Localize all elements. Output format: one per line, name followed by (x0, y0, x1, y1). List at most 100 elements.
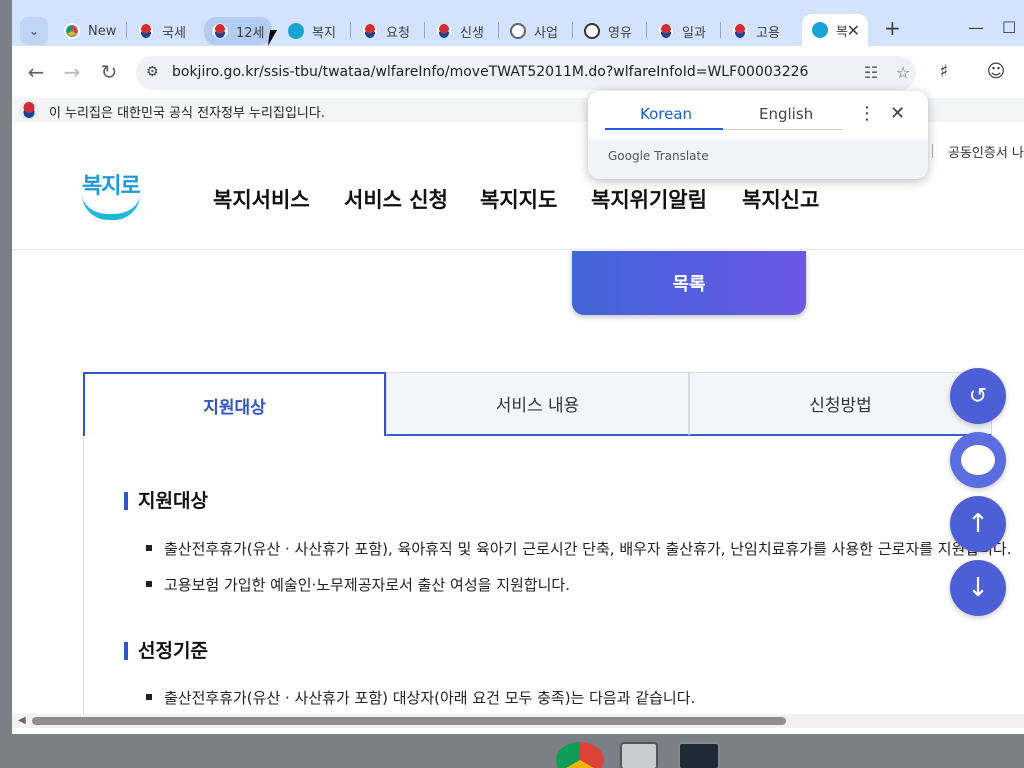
certificate-link[interactable]: 공동인증서 나 (948, 142, 1024, 161)
source-language-tab[interactable]: Korean (640, 105, 692, 123)
list-item: 고용보험 가입한 예술인·노무제공자로서 출산 여성을 지원합니다. (146, 576, 570, 594)
korea-gov-icon (658, 23, 674, 39)
tab-2[interactable]: 12세 (204, 17, 272, 45)
close-icon[interactable]: ✕ (890, 103, 905, 124)
back-icon[interactable]: ← (24, 60, 48, 84)
korea-gov-icon (436, 23, 452, 39)
scroll-left-icon[interactable]: ◀ (18, 715, 26, 726)
tab-0[interactable]: New (56, 17, 122, 45)
tab-label: 신생 (460, 25, 484, 41)
arrow-up-icon: ↑ (967, 509, 989, 539)
tab-separator (572, 22, 573, 38)
more-options-icon[interactable]: ⋮ (858, 103, 876, 124)
translate-icon[interactable]: ☷ (860, 62, 882, 84)
nav-item-welfare-report[interactable]: 복지신고 (742, 184, 819, 214)
chrome-icon (64, 23, 80, 39)
site-logo[interactable]: 복지로 (78, 168, 148, 224)
tab-label: 복지 (312, 25, 336, 41)
tab-1[interactable]: 국세 (130, 17, 196, 45)
nav-item-service-apply[interactable]: 서비스 신청 (344, 184, 448, 214)
tab-6[interactable]: 사업 (502, 17, 568, 45)
divider (932, 144, 933, 158)
tab-strip: ⌄ New 국세 12세 복지 요청 신생 사업 영유 일과 고용 복 ✕ + … (12, 0, 1024, 46)
browser-window: ⌄ New 국세 12세 복지 요청 신생 사업 영유 일과 고용 복 ✕ + … (12, 0, 1024, 734)
globe-icon (510, 23, 526, 39)
close-icon[interactable]: ✕ (847, 21, 860, 40)
list-button[interactable]: 목록 (572, 251, 806, 315)
chatbot-icon (961, 445, 995, 475)
tab-service-content[interactable]: 서비스 내용 (386, 372, 689, 436)
tab-9[interactable]: 고용 (724, 17, 790, 45)
tab-how-to-apply[interactable]: 신청방법 (689, 372, 992, 436)
tab-7[interactable]: 영유 (576, 17, 642, 45)
tab-label: 고용 (756, 25, 780, 41)
bokjiro-icon (812, 22, 828, 38)
panel-border (83, 436, 84, 714)
minimize-icon[interactable]: — (968, 18, 984, 37)
list-item: 출산전후휴가(유산 · 사산휴가 포함) 대상자(아래 요건 모두 충족)는 다… (145, 689, 696, 707)
nav-item-welfare-map[interactable]: 복지지도 (480, 184, 557, 214)
logo-smile-icon (82, 194, 140, 220)
files-taskbar-icon[interactable] (620, 742, 658, 768)
translate-popup: Korean English ⋮ ✕ Google Translate (588, 91, 928, 179)
tab-eligibility[interactable]: 지원대상 (83, 372, 386, 436)
profile-icon[interactable]: ☺ (984, 60, 1008, 84)
reload-icon[interactable]: ↻ (97, 60, 121, 84)
arrow-down-icon: ↓ (967, 573, 989, 603)
tab-separator (424, 22, 425, 38)
korea-gov-icon (212, 23, 228, 39)
tab-label: 서비스 내용 (495, 396, 580, 416)
terminal-taskbar-icon[interactable] (678, 742, 720, 768)
google-translate-label: Google Translate (608, 149, 709, 163)
tab-search-button[interactable]: ⌄ (20, 17, 48, 45)
tab-label: 국세 (162, 25, 186, 41)
history-button[interactable]: ↺ (950, 368, 1006, 424)
main-content: 목록 지원대상 서비스 내용 신청방법 지원대상 출산전후휴가(유산 · 사산휴… (12, 251, 1024, 714)
tab-active[interactable]: 복 ✕ (802, 14, 868, 46)
url-text[interactable]: bokjiro.go.kr/ssis-tbu/twataa/wlfareInfo… (172, 64, 808, 80)
tab-5[interactable]: 신생 (428, 17, 494, 45)
content-tabs: 지원대상 서비스 내용 신청방법 (83, 372, 1024, 436)
bookmark-star-icon[interactable]: ☆ (892, 62, 914, 84)
tab-separator (646, 22, 647, 38)
scroll-bottom-button[interactable]: ↓ (950, 560, 1006, 616)
korea-gov-icon (732, 23, 748, 39)
korea-flag-icon (20, 101, 38, 119)
target-language-tab[interactable]: English (759, 105, 813, 123)
tab-3[interactable]: 복지 (280, 17, 346, 45)
gov-banner-text: 이 누리집은 대한민국 공식 전자정부 누리집입니다. (49, 106, 325, 121)
tab-separator (720, 22, 721, 38)
tab-separator (126, 22, 127, 38)
tab-label: 신청방법 (809, 396, 872, 416)
site-icon (584, 23, 600, 39)
section-title-eligibility: 지원대상 (124, 492, 208, 511)
nav-item-crisis-alert[interactable]: 복지위기알림 (591, 184, 707, 214)
tab-4[interactable]: 요청 (354, 17, 420, 45)
maximize-icon[interactable]: ☐ (1002, 18, 1016, 37)
tab-label: 요청 (386, 25, 410, 41)
tab-label: New (88, 23, 117, 39)
korea-gov-icon (362, 23, 378, 39)
bokjiro-icon (288, 23, 304, 39)
chrome-taskbar-icon[interactable] (556, 742, 604, 768)
forward-icon[interactable]: → (60, 60, 84, 84)
horizontal-scrollbar[interactable]: ◀ (12, 714, 1024, 728)
list-item: 출산전후휴가(유산 · 사산휴가 포함), 육아휴직 및 육아기 근로시간 단축… (146, 540, 1012, 558)
tab-label: 12세 (236, 25, 265, 41)
address-bar[interactable]: ⚙ bokjiro.go.kr/ssis-tbu/twataa/wlfareIn… (136, 56, 916, 90)
list-button-label: 목록 (672, 274, 706, 295)
scrollbar-thumb[interactable] (32, 717, 786, 725)
extensions-icon[interactable]: ♯ (932, 60, 956, 84)
scroll-top-button[interactable]: ↑ (950, 496, 1006, 552)
chatbot-button[interactable] (950, 432, 1006, 488)
tab-label: 사업 (534, 25, 558, 41)
divider (723, 129, 843, 130)
new-tab-button[interactable]: + (884, 16, 901, 40)
nav-item-welfare-service[interactable]: 복지서비스 (213, 184, 310, 214)
chevron-down-icon: ⌄ (28, 24, 40, 38)
taskbar (0, 734, 1024, 768)
tab-separator (498, 22, 499, 38)
tab-label: 영유 (608, 25, 632, 41)
tab-8[interactable]: 일과 (650, 17, 716, 45)
site-info-icon[interactable]: ⚙ (146, 64, 164, 82)
